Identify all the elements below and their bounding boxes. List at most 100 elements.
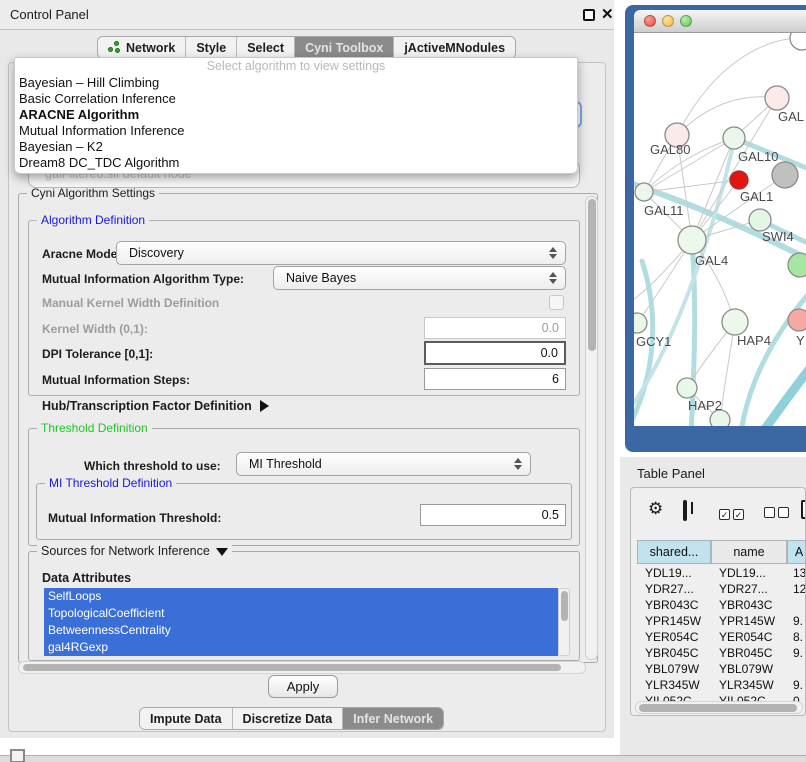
data-attributes-label: Data Attributes bbox=[42, 571, 131, 585]
list-item-selected[interactable]: gal4RGexp bbox=[44, 639, 558, 656]
control-panel-tabs: Network Style Select Cyni Toolbox jActiv… bbox=[97, 36, 516, 59]
cell: YER054C bbox=[645, 630, 698, 644]
list-item-selected[interactable]: SelfLoops bbox=[44, 588, 558, 605]
tab-impute-data[interactable]: Impute Data bbox=[140, 708, 233, 729]
node-label: GAL1 bbox=[740, 189, 773, 204]
tab-network-label: Network bbox=[126, 41, 175, 55]
tab-jactivemnodules[interactable]: jActiveMNodules bbox=[394, 37, 515, 58]
cell: YBR043C bbox=[719, 598, 772, 612]
table-hscrollbar-thumb[interactable] bbox=[639, 704, 797, 712]
list-item-selected[interactable]: BetweennessCentrality bbox=[44, 622, 558, 639]
node-gal10[interactable] bbox=[723, 127, 745, 149]
popup-option[interactable]: Dream8 DC_TDC Algorithm bbox=[15, 155, 577, 171]
sources-group-title[interactable]: Sources for Network Inference bbox=[37, 544, 232, 558]
deselect-all-checkboxes-icon[interactable] bbox=[764, 505, 789, 523]
tab-select-label: Select bbox=[247, 41, 284, 55]
table-row[interactable]: YLR345WYLR345W9. bbox=[637, 678, 806, 694]
tab-cyni-toolbox[interactable]: Cyni Toolbox bbox=[295, 37, 394, 58]
mi-steps-field[interactable]: 6 bbox=[424, 368, 566, 390]
table-row[interactable]: YBL079WYBL079W bbox=[637, 662, 806, 678]
table-row[interactable]: YER054CYER054C8. bbox=[637, 630, 806, 646]
column-header-shared-name[interactable]: shared... bbox=[637, 540, 711, 564]
network-view-window[interactable]: GAL GAL80 GAL10 GAL1 GAL11 SWI4 GAL4 GCY… bbox=[625, 5, 806, 452]
settings-scrollbar-thumb[interactable] bbox=[588, 199, 596, 351]
control-panel: Control Panel ✕ Network Style Select Cyn… bbox=[0, 0, 614, 738]
popup-option[interactable]: Bayesian – Hill Climbing bbox=[15, 75, 577, 91]
column-header-partial[interactable]: A bbox=[787, 540, 806, 564]
node-red[interactable] bbox=[730, 171, 748, 189]
mi-algorithm-type-label: Mutual Information Algorithm Type: bbox=[42, 272, 244, 286]
settings-hscrollbar[interactable] bbox=[18, 661, 586, 674]
tab-infer-network[interactable]: Infer Network bbox=[343, 708, 443, 729]
node-gray[interactable] bbox=[772, 162, 798, 188]
node[interactable] bbox=[788, 309, 806, 331]
table-row[interactable]: YDL19...YDL19...13 bbox=[637, 566, 806, 582]
network-icon bbox=[108, 41, 121, 54]
cell: YPR145W bbox=[645, 614, 701, 628]
network-window-titlebar[interactable] bbox=[634, 10, 806, 33]
tab-network[interactable]: Network bbox=[98, 37, 186, 58]
cell: 8. bbox=[793, 630, 803, 644]
node-label: GAL4 bbox=[695, 253, 728, 268]
settings-hscrollbar-thumb[interactable] bbox=[23, 664, 561, 671]
close-traffic-light-icon[interactable] bbox=[644, 15, 656, 27]
select-all-checkboxes-icon[interactable]: ✓✓ bbox=[719, 505, 744, 523]
hub-definition-toggle[interactable]: Hub/Transcription Factor Definition bbox=[42, 399, 269, 413]
close-icon[interactable]: ✕ bbox=[601, 5, 614, 23]
node-gal1[interactable] bbox=[749, 209, 771, 231]
popup-option[interactable]: Bayesian – K2 bbox=[15, 139, 577, 155]
table-row[interactable]: YBR045CYBR045C9. bbox=[637, 646, 806, 662]
table-hscrollbar[interactable] bbox=[635, 701, 803, 714]
mi-algorithm-type-combo[interactable]: Naive Bayes bbox=[273, 266, 566, 290]
table-panel-title: Table Panel bbox=[637, 466, 705, 481]
tab-discretize-data[interactable]: Discretize Data bbox=[233, 708, 344, 729]
cell: YDL19... bbox=[719, 566, 766, 580]
node-hap4[interactable] bbox=[722, 309, 748, 335]
combo-stepper-icon bbox=[546, 247, 560, 259]
table-row[interactable]: YBR043CYBR043C bbox=[637, 598, 806, 614]
node-hap2[interactable] bbox=[677, 378, 697, 398]
split-columns-icon[interactable] bbox=[683, 500, 687, 521]
data-attributes-list: SelfLoops TopologicalCoefficient Between… bbox=[44, 588, 558, 656]
which-threshold-combo[interactable]: MI Threshold bbox=[236, 452, 531, 476]
sources-title-text: Sources for Network Inference bbox=[41, 544, 210, 558]
cell: YBL079W bbox=[645, 662, 699, 676]
settings-scrollbar[interactable] bbox=[585, 196, 598, 660]
node[interactable] bbox=[790, 33, 806, 50]
column-header-name[interactable]: name bbox=[711, 540, 787, 564]
tab-style[interactable]: Style bbox=[186, 37, 237, 58]
network-canvas[interactable]: GAL GAL80 GAL10 GAL1 GAL11 SWI4 GAL4 GCY… bbox=[634, 33, 806, 426]
mi-threshold-field[interactable]: 0.5 bbox=[420, 504, 566, 526]
kernel-width-field[interactable]: 0.0 bbox=[424, 317, 566, 339]
node-gal4[interactable] bbox=[678, 226, 706, 254]
zoom-traffic-light-icon[interactable] bbox=[680, 15, 692, 27]
attribute-list-scrollbar-thumb[interactable] bbox=[561, 591, 568, 621]
aracne-mode-label: Aracne Mode: bbox=[42, 247, 121, 261]
gear-icon[interactable]: ⚙ bbox=[648, 499, 663, 519]
float-window-icon[interactable] bbox=[583, 9, 595, 21]
export-table-icon[interactable] bbox=[801, 500, 806, 519]
popup-option[interactable]: Basic Correlation Inference bbox=[15, 91, 577, 107]
tab-infer-network-label: Infer Network bbox=[353, 712, 433, 726]
apply-button[interactable]: Apply bbox=[268, 675, 338, 698]
aracne-mode-combo[interactable]: Discovery bbox=[116, 241, 566, 265]
table-row[interactable]: YPR145WYPR145W9. bbox=[637, 614, 806, 630]
popup-option-selected[interactable]: ARACNE Algorithm bbox=[15, 107, 577, 123]
node-gal11[interactable] bbox=[635, 183, 653, 201]
list-item-selected[interactable]: TopologicalCoefficient bbox=[44, 605, 558, 622]
minimized-panel-icon[interactable] bbox=[10, 749, 25, 762]
attribute-list-scrollbar[interactable] bbox=[558, 588, 570, 656]
cell: 12 bbox=[793, 582, 806, 596]
dpi-tolerance-field[interactable]: 0.0 bbox=[424, 341, 566, 365]
cell: YLR345W bbox=[645, 678, 700, 692]
minimize-traffic-light-icon[interactable] bbox=[662, 15, 674, 27]
tab-select[interactable]: Select bbox=[237, 37, 295, 58]
manual-kernel-checkbox[interactable] bbox=[549, 295, 564, 310]
table-row[interactable]: YDR27...YDR27...12 bbox=[637, 582, 806, 598]
node-gcy1[interactable] bbox=[634, 313, 647, 333]
node[interactable] bbox=[765, 86, 789, 110]
popup-option[interactable]: Mutual Information Inference bbox=[15, 123, 577, 139]
node-label: GCY1 bbox=[636, 334, 671, 349]
node[interactable] bbox=[788, 253, 806, 277]
control-panel-titlebar: Control Panel ✕ bbox=[0, 0, 614, 30]
